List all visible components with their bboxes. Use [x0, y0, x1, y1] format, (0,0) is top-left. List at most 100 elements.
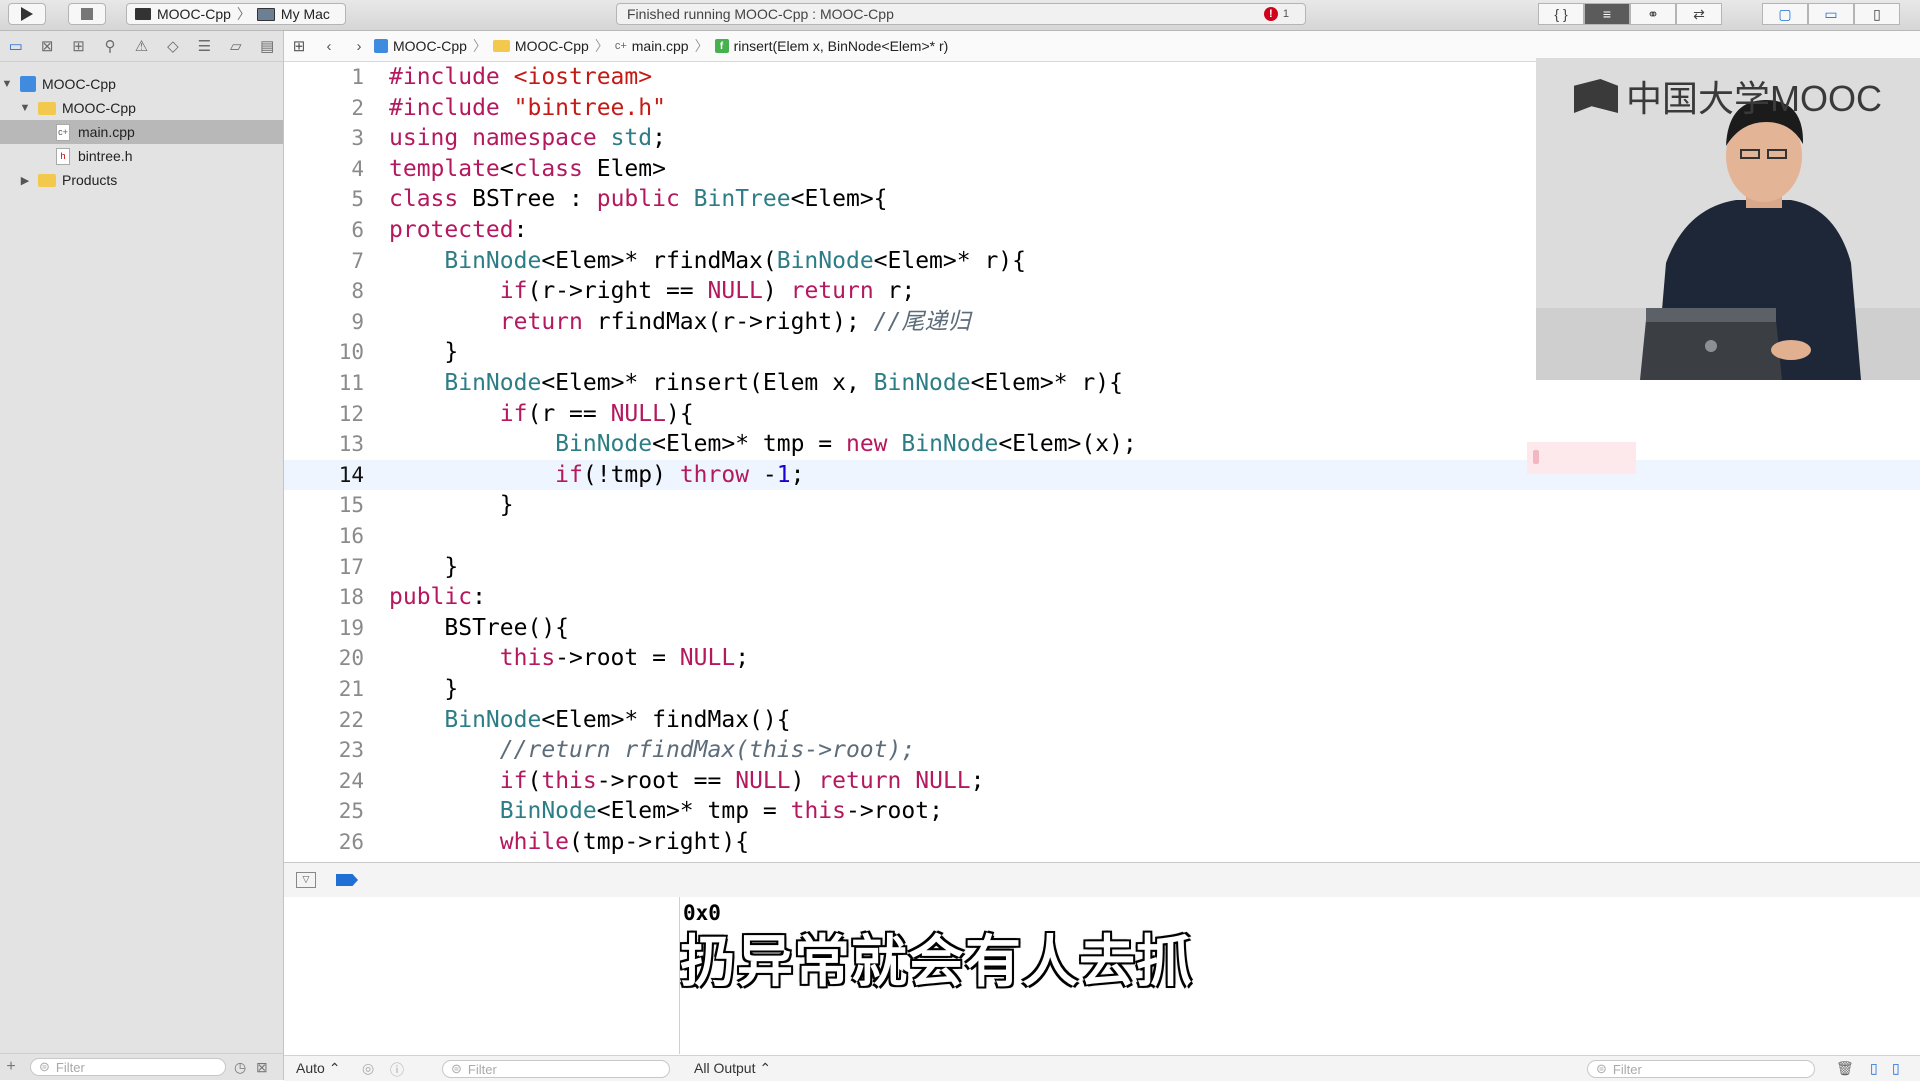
line-number[interactable]: 13	[284, 429, 364, 459]
line-number[interactable]: 8	[284, 276, 364, 306]
breadcrumb-file[interactable]: c+ main.cpp	[615, 38, 689, 54]
error-line-marker[interactable]	[1527, 442, 1636, 474]
disclosure-closed-icon[interactable]: ▶	[18, 174, 32, 187]
trash-icon[interactable]: 🗑	[1836, 1060, 1854, 1077]
forward-arrow-icon[interactable]: ›	[344, 38, 374, 55]
line-number[interactable]: 16	[284, 521, 364, 551]
code-line[interactable]: 20 this->root = NULL;	[284, 643, 1920, 673]
code-line[interactable]: 22 BinNode<Elem>* findMax(){	[284, 705, 1920, 735]
tree-item-main-cpp[interactable]: c+ main.cpp	[0, 120, 283, 144]
code-line[interactable]: 15 }	[284, 490, 1920, 520]
line-number[interactable]: 10	[284, 337, 364, 367]
tree-item-project[interactable]: ▼ MOOC-Cpp	[0, 72, 283, 96]
project-navigator-tab[interactable]: ▭	[0, 31, 31, 61]
line-number[interactable]: 4	[284, 154, 364, 184]
line-number[interactable]: 25	[284, 796, 364, 826]
code-line[interactable]: 26 while(tmp->right){	[284, 827, 1920, 857]
line-number[interactable]: 2	[284, 93, 364, 123]
code-line[interactable]: 19 BSTree(){	[284, 613, 1920, 643]
line-number[interactable]: 9	[284, 307, 364, 337]
code-snippet-button[interactable]: { }	[1538, 3, 1584, 25]
line-number[interactable]: 12	[284, 399, 364, 429]
back-arrow-icon[interactable]: ‹	[314, 38, 344, 55]
code-line[interactable]: 24 if(this->root == NULL) return NULL;	[284, 766, 1920, 796]
error-badge[interactable]: ! 1	[1263, 7, 1289, 21]
test-navigator-tab[interactable]: ◇	[157, 31, 188, 61]
issue-navigator-tab[interactable]: ⚠	[126, 31, 157, 61]
add-icon[interactable]: +	[0, 1058, 22, 1076]
code-line[interactable]: 18 public:	[284, 582, 1920, 612]
source-control-filter-icon[interactable]: ⊠	[256, 1059, 278, 1076]
code-line[interactable]: 13 BinNode<Elem>* tmp = new BinNode<Elem…	[284, 429, 1920, 459]
line-number[interactable]: 26	[284, 827, 364, 857]
related-items-icon[interactable]: ⊞	[284, 37, 314, 55]
code-line[interactable]: 17 }	[284, 552, 1920, 582]
toggle-navigator-button[interactable]: ▢	[1762, 3, 1808, 25]
version-editor-button[interactable]: ⇄	[1676, 3, 1722, 25]
line-number[interactable]: 18	[284, 582, 364, 612]
split-right-icon[interactable]: ▯	[1892, 1060, 1900, 1077]
code-line[interactable]: 12 if(r == NULL){	[284, 399, 1920, 429]
line-number[interactable]: 24	[284, 766, 364, 796]
disclosure-open-icon[interactable]: ▼	[0, 78, 14, 90]
split-left-icon[interactable]: ▯	[1870, 1060, 1878, 1077]
console-output[interactable]: 0x0 扔异常就会有人去抓	[680, 897, 1920, 1054]
line-number[interactable]: 6	[284, 215, 364, 245]
toggle-inspector-button[interactable]: ▯	[1854, 3, 1900, 25]
navigator-filter-input[interactable]: ⊜ Filter	[30, 1058, 226, 1076]
standard-editor-button[interactable]: ≡	[1584, 3, 1630, 25]
disclosure-open-icon[interactable]: ▼	[18, 102, 32, 114]
source-control-tab[interactable]: ⊠	[31, 31, 62, 61]
assistant-editor-button[interactable]: ⚭	[1630, 3, 1676, 25]
breadcrumb-project[interactable]: MOOC-Cpp	[374, 38, 467, 54]
tree-item-group-folder[interactable]: ▼ MOOC-Cpp	[0, 96, 283, 120]
line-number[interactable]: 15	[284, 490, 364, 520]
line-number[interactable]: 11	[284, 368, 364, 398]
code-token: ->root =	[555, 645, 680, 672]
editor-layout-group: ≡ ⚭ ⇄	[1584, 3, 1722, 25]
recent-files-icon[interactable]: ◷	[234, 1059, 256, 1076]
breakpoint-navigator-tab[interactable]: ▱	[220, 31, 251, 61]
hide-debug-area-icon[interactable]: ▽	[296, 872, 316, 888]
breakpoints-toggle-icon[interactable]	[336, 874, 358, 886]
code-line[interactable]: 21 }	[284, 674, 1920, 704]
code-line[interactable]: 14 if(!tmp) throw -1;	[284, 459, 1920, 490]
status-text: Finished running MOOC-Cpp : MOOC-Cpp	[627, 6, 894, 22]
code-line[interactable]: 23 //return rfindMax(this->root);	[284, 735, 1920, 765]
code-line[interactable]: 16	[284, 521, 1920, 551]
scheme-selector[interactable]: MOOC-Cpp 〉 My Mac	[126, 3, 346, 25]
output-mode-selector[interactable]: All Output ⌃	[694, 1060, 771, 1077]
line-number[interactable]: 14	[284, 460, 364, 490]
breadcrumb-folder[interactable]: MOOC-Cpp	[492, 38, 589, 54]
line-number[interactable]: 17	[284, 552, 364, 582]
console-filter-box[interactable]: ⊜ Filter	[1587, 1060, 1815, 1078]
report-navigator-tab[interactable]: ▤	[252, 31, 283, 61]
variables-view[interactable]	[284, 897, 680, 1054]
line-number[interactable]: 3	[284, 123, 364, 153]
line-number[interactable]: 21	[284, 674, 364, 704]
line-number[interactable]: 1	[284, 62, 364, 92]
stop-button[interactable]	[68, 3, 106, 25]
rings-icon: ⚭	[1647, 5, 1659, 22]
line-number[interactable]: 23	[284, 735, 364, 765]
quick-look-icon[interactable]: ◎	[362, 1060, 374, 1077]
variables-filter-box[interactable]: ⊜ Filter	[442, 1060, 670, 1078]
debug-navigator-tab[interactable]: ☰	[189, 31, 220, 61]
line-number[interactable]: 7	[284, 246, 364, 276]
symbol-navigator-tab[interactable]: ⊞	[63, 31, 94, 61]
variables-scope-selector[interactable]: Auto ⌃	[296, 1060, 340, 1077]
info-icon[interactable]: ⓘ	[390, 1060, 404, 1080]
line-number[interactable]: 22	[284, 705, 364, 735]
tree-item-products[interactable]: ▶ Products	[0, 168, 283, 192]
code-line[interactable]: 25 BinNode<Elem>* tmp = this->root;	[284, 796, 1920, 826]
breadcrumb-function[interactable]: f rinsert(Elem x, BinNode<Elem>* r)	[714, 38, 948, 54]
line-number[interactable]: 5	[284, 184, 364, 214]
variables-filter-input[interactable]: ⊜ Filter	[442, 1060, 670, 1078]
run-button[interactable]	[8, 3, 46, 25]
line-number[interactable]: 20	[284, 643, 364, 673]
line-number[interactable]: 19	[284, 613, 364, 643]
tree-item-bintree-h[interactable]: h bintree.h	[0, 144, 283, 168]
console-filter-input[interactable]: ⊜ Filter	[1587, 1060, 1815, 1078]
find-navigator-tab[interactable]: ⚲	[94, 31, 125, 61]
toggle-debug-area-button[interactable]: ▭	[1808, 3, 1854, 25]
